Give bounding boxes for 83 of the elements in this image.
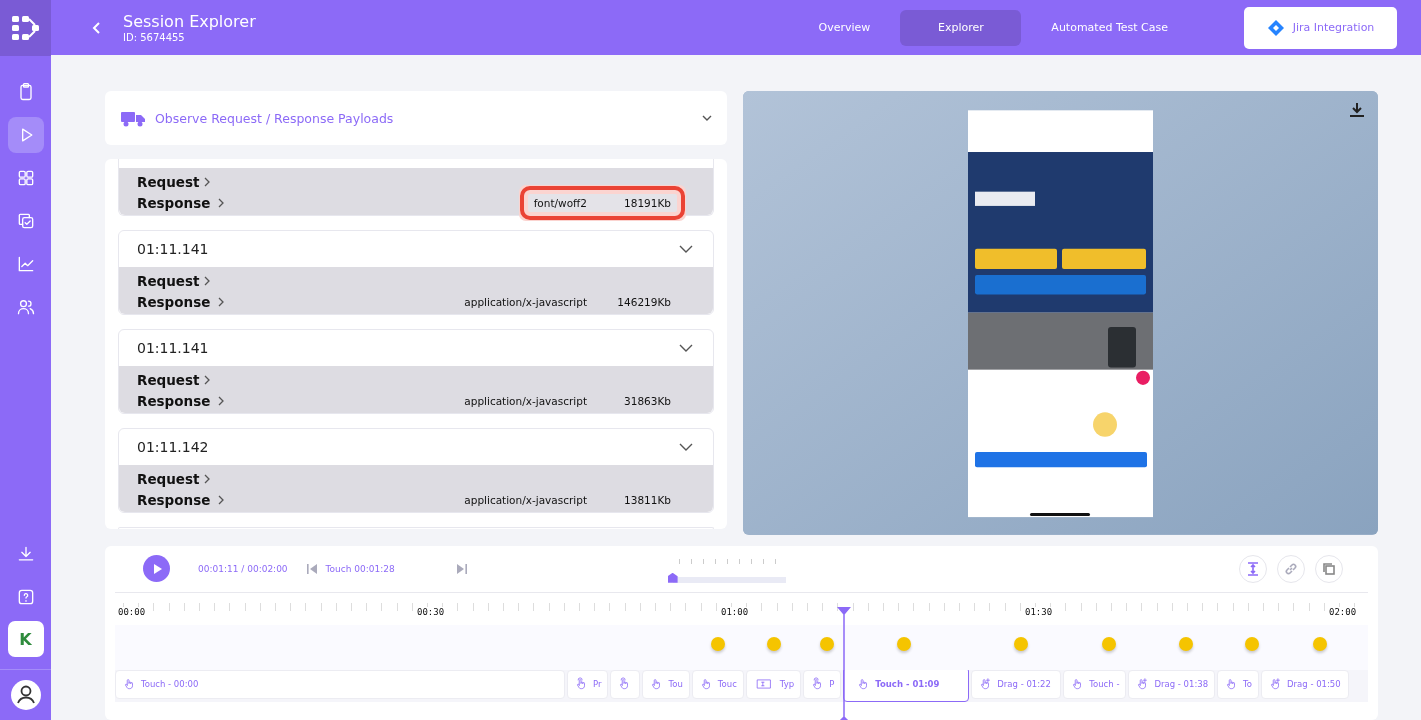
link-button[interactable]	[1277, 554, 1305, 583]
accordion-header[interactable]: Observe Request / Response Payloads	[105, 91, 727, 146]
time-label: 00:30	[417, 606, 445, 617]
nav-tab[interactable]: Automated Test Case	[1021, 9, 1198, 46]
event-chip[interactable]: Drag - 01:50	[1261, 669, 1350, 699]
payload-size: 13811Kb	[623, 493, 671, 506]
payload-time: 01:11.142	[137, 439, 210, 456]
request-link[interactable]: Request	[137, 371, 200, 388]
chevron-down-icon[interactable]	[679, 244, 693, 255]
response-link[interactable]: Response	[137, 293, 211, 310]
request-link[interactable]: Request	[137, 470, 200, 487]
link-icon	[1284, 561, 1298, 576]
copy-button[interactable]	[1315, 554, 1343, 583]
skip-back-icon[interactable]	[305, 562, 318, 575]
time-label: 02:00	[1329, 606, 1357, 617]
session-id: ID: 5674455	[123, 32, 186, 44]
time-label: 00:00	[118, 606, 146, 617]
logo-icon	[10, 13, 41, 43]
fit-button[interactable]	[1239, 554, 1267, 583]
request-link[interactable]: Request	[137, 173, 200, 190]
fit-height-icon	[1246, 561, 1260, 576]
response-link[interactable]: Response	[137, 491, 211, 508]
hand-icon	[122, 677, 136, 692]
nav-button[interactable]	[7, 117, 44, 153]
content-type: application/x-javascript	[464, 394, 587, 407]
avatar-icon[interactable]	[9, 679, 42, 711]
copy-icon	[1322, 561, 1336, 576]
event-chip[interactable]	[610, 669, 641, 699]
event-chip[interactable]: Touch -	[1063, 669, 1127, 699]
zoom-slider[interactable]	[667, 558, 786, 583]
event-marker[interactable]	[1102, 636, 1116, 651]
event-marker[interactable]	[767, 636, 781, 651]
content-type: application/x-javascript	[464, 295, 587, 308]
nav-tab[interactable]: Explorer	[900, 9, 1022, 46]
event-chip[interactable]: Typ	[745, 669, 802, 699]
workspace-badge[interactable]: K	[7, 621, 44, 657]
payload-size: 146219Kb	[616, 295, 671, 308]
event-chip[interactable]: Drag - 01:22	[971, 669, 1062, 699]
users-icon	[15, 297, 36, 317]
event-chip[interactable]: P	[803, 669, 842, 699]
hand-icon	[1135, 677, 1150, 692]
payload-time: 01:11.141	[137, 340, 210, 357]
playback-time: 00:01:11 / 00:02:00	[198, 563, 288, 574]
event-chip[interactable]: To	[1217, 669, 1260, 699]
event-chip[interactable]: Touc	[691, 669, 744, 699]
event-chip[interactable]: Touch - 00:00	[115, 669, 565, 699]
page-title: Session Explorer	[123, 12, 256, 32]
integration-button[interactable]: Jira Integration	[1244, 6, 1397, 49]
event-marker[interactable]	[1179, 636, 1193, 651]
truck-icon	[121, 109, 145, 128]
play-button[interactable]	[143, 555, 170, 583]
content-type: font/woff2	[533, 196, 587, 209]
response-link[interactable]: Response	[137, 392, 211, 409]
payload-size: 18191Kb	[623, 196, 671, 209]
skip-forward-icon[interactable]	[455, 562, 468, 575]
time-label: 01:00	[721, 606, 749, 617]
current-event: Touch 00:01:28	[325, 563, 396, 574]
event-chip[interactable]: Drag - 01:38	[1128, 669, 1216, 699]
accordion-title: Observe Request / Response Payloads	[155, 110, 395, 126]
download-icon[interactable]	[1348, 101, 1366, 120]
playhead[interactable]	[837, 606, 851, 720]
nav-tab[interactable]: Overview	[788, 9, 901, 46]
payload-size: 31863Kb	[623, 394, 671, 407]
event-marker[interactable]	[897, 636, 911, 651]
event-marker[interactable]	[1313, 636, 1327, 651]
event-marker[interactable]	[1014, 636, 1028, 651]
hand-icon	[1268, 677, 1283, 692]
event-marker[interactable]	[820, 636, 834, 651]
slider-thumb[interactable]	[667, 572, 678, 583]
event-marker[interactable]	[1245, 636, 1259, 651]
chevron-down-icon[interactable]	[679, 343, 693, 354]
hand-icon	[574, 677, 588, 692]
request-link[interactable]: Request	[137, 272, 200, 289]
event-chip[interactable]: Pr	[567, 669, 609, 699]
content-type: application/x-javascript	[464, 493, 587, 506]
diamond-icon	[1266, 18, 1285, 37]
chevron-down-icon[interactable]	[679, 442, 693, 453]
event-chip[interactable]: Tou	[642, 669, 690, 699]
time-label: 01:30	[1025, 606, 1053, 617]
response-link[interactable]: Response	[137, 194, 211, 211]
event-marker[interactable]	[711, 636, 725, 651]
hand-icon	[978, 677, 993, 692]
payload-time: 01:11.141	[137, 241, 210, 258]
